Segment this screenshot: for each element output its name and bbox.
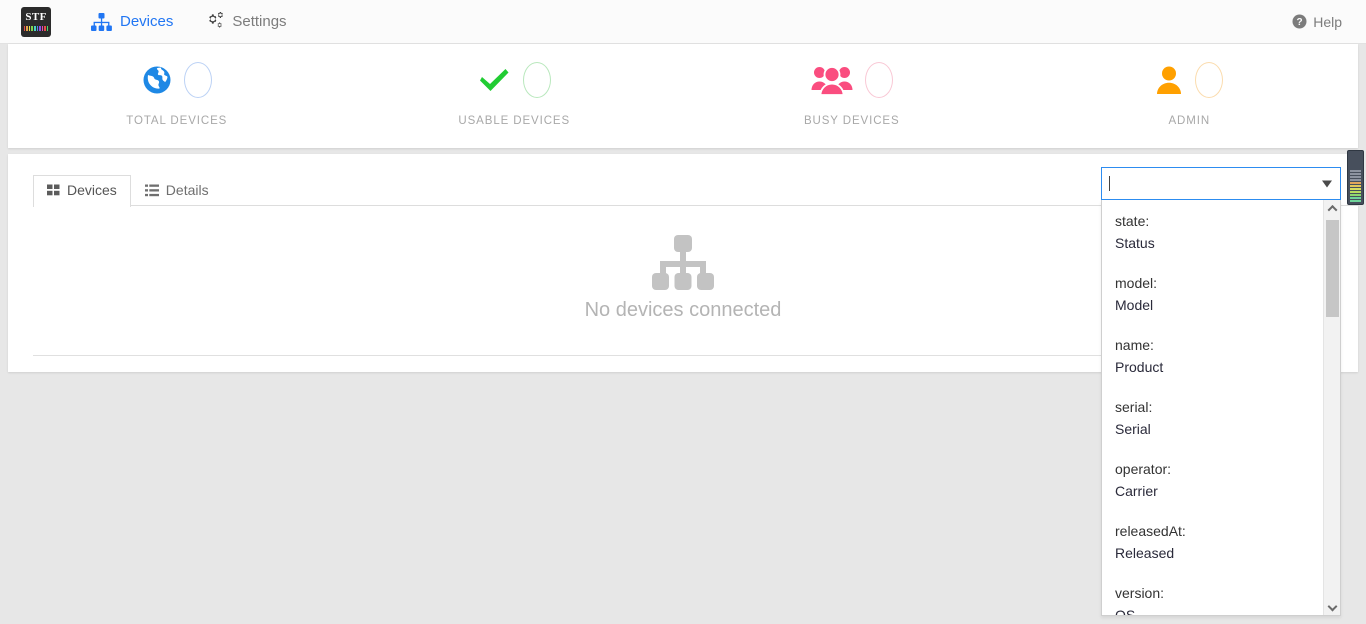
device-filter-search: state: Status model: Model name: Product…: [1101, 167, 1341, 616]
help-link[interactable]: ? Help: [1292, 14, 1342, 30]
sitemap-icon: [91, 12, 112, 31]
nav-item-devices[interactable]: Devices: [77, 0, 187, 44]
scrollbar-thumb[interactable]: [1326, 220, 1339, 317]
suggestion-key: operator:: [1115, 461, 1172, 477]
suggestion-item-model[interactable]: model: Model: [1115, 272, 1324, 316]
suggestion-key: releasedAt:: [1115, 523, 1186, 539]
globe-icon: [142, 65, 172, 95]
stf-logo-bar: [41, 26, 44, 31]
gears-icon: [201, 11, 224, 32]
caret-down-icon[interactable]: [1322, 180, 1332, 187]
stf-logo-bar: [36, 26, 39, 31]
stat-total-devices: TOTAL DEVICES: [8, 44, 346, 148]
suggestion-label: Status: [1115, 235, 1155, 251]
dropdown-scrollbar[interactable]: [1323, 200, 1340, 615]
empty-state-text: No devices connected: [584, 299, 782, 321]
stat-total-devices-label: TOTAL DEVICES: [126, 115, 228, 127]
level-meter-bar: [1350, 197, 1361, 199]
stf-logo[interactable]: STF: [21, 6, 51, 37]
device-stats-panel: TOTAL DEVICES USABLE DEVICES BUSY DEVICE…: [8, 44, 1358, 148]
chevron-down-icon[interactable]: [1324, 598, 1340, 615]
stat-admin-label: ADMIN: [1168, 115, 1211, 127]
search-suggestions-list: state: Status model: Model name: Product…: [1102, 200, 1324, 615]
level-meter-widget[interactable]: [1347, 150, 1364, 205]
chevron-up-icon[interactable]: [1324, 200, 1340, 217]
level-meter-bar: [1350, 185, 1361, 187]
level-meter-bar: [1350, 188, 1361, 190]
help-label: Help: [1313, 13, 1342, 30]
stf-logo-bar: [26, 26, 28, 31]
stat-admin-count: [1195, 62, 1224, 98]
stat-busy-devices: BUSY DEVICES: [683, 44, 1021, 148]
stf-logo-bar: [39, 26, 41, 31]
stat-usable-devices-top: [477, 57, 552, 103]
nav-item-devices-label: Devices: [120, 13, 174, 30]
stat-busy-devices-count: [864, 62, 893, 98]
stat-busy-devices-top: [811, 57, 893, 103]
stat-usable-devices-label: USABLE DEVICES: [458, 115, 571, 127]
suggestion-key: state:: [1115, 213, 1150, 229]
tab-details[interactable]: Details: [131, 175, 223, 206]
check-icon: [477, 65, 511, 95]
suggestion-label: Model: [1115, 297, 1154, 313]
stf-logo-bar: [28, 26, 31, 31]
level-meter-bar: [1350, 173, 1361, 175]
suggestion-label: Serial: [1115, 421, 1151, 437]
grid-icon: [47, 184, 60, 197]
users-icon: [811, 64, 853, 96]
suggestion-item-name[interactable]: name: Product: [1115, 334, 1324, 378]
stat-admin: ADMIN: [1021, 44, 1359, 148]
stf-logo-bar: [44, 26, 46, 31]
level-meter-bar: [1350, 179, 1361, 181]
stat-usable-devices: USABLE DEVICES: [346, 44, 684, 148]
suggestion-key: version:: [1115, 585, 1165, 601]
chevron-up-glyph: [1327, 204, 1338, 215]
tab-details-label: Details: [165, 182, 209, 198]
suggestion-item-releasedat[interactable]: releasedAt: Released: [1115, 520, 1324, 564]
svg-text:?: ?: [1297, 17, 1303, 28]
suggestion-label: Released: [1115, 545, 1175, 561]
level-meter-bar: [1350, 176, 1361, 178]
stat-total-devices-top: [142, 57, 212, 103]
nav-item-settings[interactable]: Settings: [187, 0, 300, 44]
level-meter-bar: [1350, 191, 1361, 193]
suggestion-item-operator[interactable]: operator: Carrier: [1115, 458, 1324, 502]
list-icon: [144, 184, 159, 197]
level-meter-bar: [1350, 200, 1361, 202]
stat-admin-top: [1155, 57, 1224, 103]
stat-busy-devices-label: BUSY DEVICES: [803, 115, 900, 127]
chevron-down-glyph: [1327, 601, 1338, 612]
stat-total-devices-count: [183, 62, 212, 98]
suggestion-item-serial[interactable]: serial: Serial: [1115, 396, 1324, 440]
nav-item-settings-label: Settings: [232, 13, 287, 30]
search-suggestions-dropdown[interactable]: state: Status model: Model name: Product…: [1101, 200, 1341, 616]
sitemap-icon: [652, 235, 714, 291]
level-meter-bar: [1350, 194, 1361, 196]
text-cursor: [1109, 176, 1110, 191]
search-input[interactable]: [1101, 167, 1341, 200]
suggestion-item-state[interactable]: state: Status: [1115, 210, 1324, 254]
stf-logo-bar: [31, 26, 33, 31]
tab-devices-label: Devices: [67, 182, 117, 198]
stf-logo-bar: [46, 26, 49, 31]
user-icon: [1155, 65, 1183, 95]
stf-logo-text: STF: [25, 11, 47, 23]
level-meter-bar: [1350, 170, 1361, 172]
suggestion-key: serial:: [1115, 399, 1153, 415]
suggestion-label: Carrier: [1115, 483, 1158, 499]
suggestion-label: Product: [1115, 359, 1164, 375]
suggestion-key: name:: [1115, 337, 1154, 353]
tab-devices[interactable]: Devices: [33, 175, 131, 207]
stat-usable-devices-count: [523, 62, 552, 98]
stf-logo-bar: [23, 26, 26, 31]
stf-logo-bar: [33, 26, 36, 31]
suggestion-key: model:: [1115, 275, 1158, 291]
top-navigation-bar: STF Devices Settings ? Help: [0, 0, 1366, 44]
level-meter-bar: [1350, 182, 1361, 184]
suggestion-label: OS: [1115, 607, 1136, 616]
suggestion-item-version[interactable]: version: OS: [1115, 582, 1324, 616]
stf-logo-bars: [23, 26, 49, 31]
question-circle-icon: ?: [1292, 14, 1307, 29]
